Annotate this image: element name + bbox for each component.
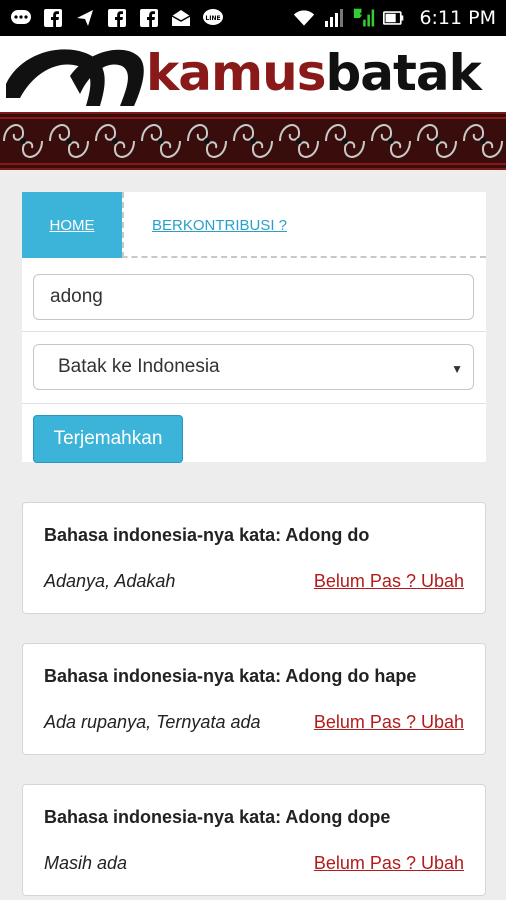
tab-berkontribusi[interactable]: BERKONTRIBUSI ? xyxy=(152,192,287,258)
search-input[interactable] xyxy=(33,274,474,320)
select-row: Batak ke Indonesia ▼ xyxy=(22,332,486,404)
nav-tabs: HOME BERKONTRIBUSI ? xyxy=(22,192,486,258)
logo-kamus: kamus xyxy=(146,44,326,102)
clock: 6:11 PM xyxy=(419,7,496,29)
logo-wordmark[interactable]: kamusbatak xyxy=(146,44,482,102)
messages-icon xyxy=(10,8,32,28)
battery-icon xyxy=(383,8,405,28)
result-title: Bahasa indonesia-nya kata: Adong do xyxy=(44,525,370,545)
search-row xyxy=(22,260,486,332)
result-card: Bahasa indonesia-nya kata: Adong dope Ma… xyxy=(22,784,486,896)
result-title: Bahasa indonesia-nya kata: Adong dope xyxy=(44,807,391,827)
facebook-icon xyxy=(42,8,64,28)
status-bar: LINE 2 6:11 PM xyxy=(0,0,506,36)
site-header: kamusbatak xyxy=(0,36,506,112)
translate-button[interactable]: Terjemahkan xyxy=(33,415,183,463)
signal-icon xyxy=(323,8,345,28)
direction-select-value: Batak ke Indonesia xyxy=(58,356,220,377)
caret-down-icon: ▼ xyxy=(451,362,463,376)
svg-text:LINE: LINE xyxy=(205,15,220,22)
result-card: Bahasa indonesia-nya kata: Adong do hape… xyxy=(22,643,486,755)
sim-badge: 2 xyxy=(359,11,365,21)
kamusbatak-logo-mark[interactable] xyxy=(0,36,150,112)
tab-home[interactable]: HOME xyxy=(22,192,122,258)
signal-2-icon: 2 xyxy=(353,8,375,28)
result-meaning: Masih ada xyxy=(44,853,128,873)
edit-link[interactable]: Belum Pas ? Ubah xyxy=(314,853,464,874)
line-icon: LINE xyxy=(202,8,224,28)
result-title: Bahasa indonesia-nya kata: Adong do hape xyxy=(44,666,417,686)
tab-divider xyxy=(122,192,124,258)
logo-batak: batak xyxy=(325,44,481,102)
wifi-icon xyxy=(293,8,315,28)
send-icon xyxy=(74,8,96,28)
result-meaning: Ada rupanya, Ternyata ada xyxy=(44,712,261,732)
ornament-band xyxy=(0,112,506,170)
mail-icon xyxy=(170,8,192,28)
result-meaning: Adanya, Adakah xyxy=(44,571,176,591)
result-card: Bahasa indonesia-nya kata: Adong do Adan… xyxy=(22,502,486,614)
edit-link[interactable]: Belum Pas ? Ubah xyxy=(314,712,464,733)
edit-link[interactable]: Belum Pas ? Ubah xyxy=(314,571,464,592)
facebook-icon xyxy=(106,8,128,28)
direction-select[interactable]: Batak ke Indonesia ▼ xyxy=(33,344,474,390)
facebook-icon xyxy=(138,8,160,28)
